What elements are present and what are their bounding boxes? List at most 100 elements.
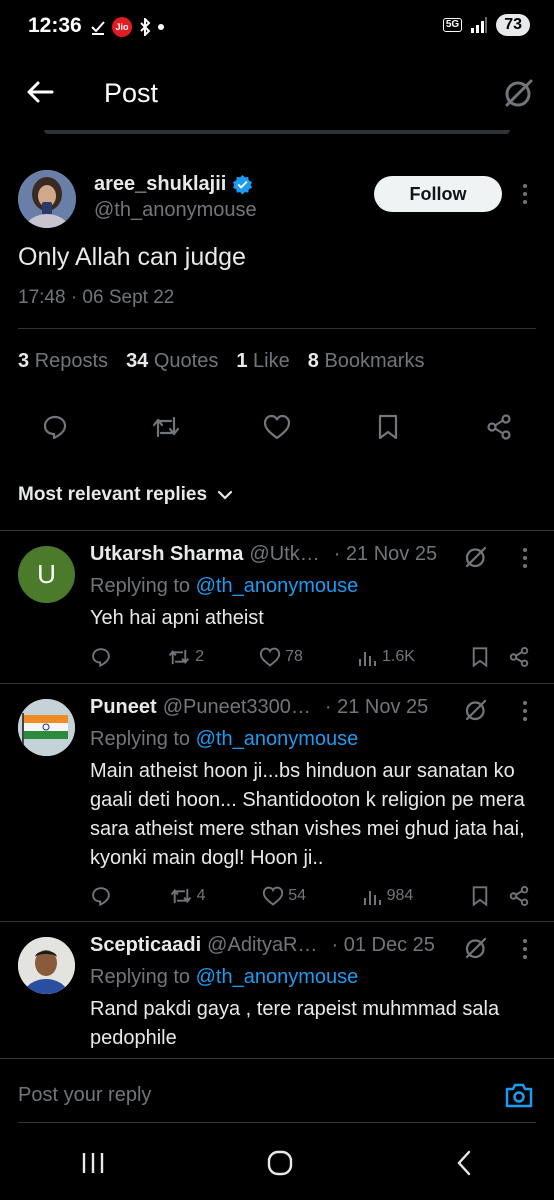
reply-text: Main atheist hoon ji...bs hinduon aur sa… (90, 760, 525, 869)
chevron-down-icon (217, 490, 233, 500)
post-action-bar (40, 412, 514, 442)
reply-icon[interactable] (40, 412, 70, 442)
status-right: 5G 73 (442, 14, 530, 36)
repost-icon (168, 649, 190, 665)
views-button[interactable]: 984 (363, 886, 414, 906)
repost-button[interactable]: 4 (169, 885, 206, 907)
replies-sort-label: Most relevant replies (18, 484, 208, 505)
like-button[interactable]: 78 (259, 647, 303, 667)
reply-more-icon[interactable] (522, 548, 528, 568)
author-name[interactable]: aree_shuklajii (94, 173, 226, 196)
reply-author-handle[interactable]: @Puneet3300… (163, 696, 311, 719)
follow-button[interactable]: Follow (374, 176, 502, 212)
replying-to: Replying to @th_anonymouse (90, 728, 359, 750)
bookmark-icon (472, 886, 488, 907)
grok-icon[interactable] (464, 936, 488, 960)
author-handle[interactable]: @th_anonymouse (94, 199, 257, 222)
divider (0, 530, 554, 531)
reply-action-bar: 4 54 984 (90, 885, 530, 907)
back-nav-button[interactable] (454, 1149, 474, 1177)
reply-icon[interactable] (90, 646, 112, 668)
network-5g-icon: 5G (442, 18, 463, 32)
share-icon[interactable] (484, 412, 514, 442)
stat-reposts[interactable]: 3 Reposts (18, 350, 108, 373)
reply-input[interactable]: Post your reply (18, 1084, 151, 1107)
like-count: 54 (288, 887, 306, 904)
like-icon (263, 886, 284, 906)
replies-sort-dropdown[interactable]: Most relevant replies (18, 484, 233, 506)
repost-count: 4 (196, 887, 206, 904)
check-icon (90, 19, 106, 35)
home-button[interactable] (266, 1149, 294, 1177)
back-arrow-icon (27, 81, 54, 103)
view-count: 984 (386, 887, 414, 904)
recent-apps-icon (82, 1152, 104, 1173)
like-button[interactable]: 54 (262, 886, 306, 906)
reply-author-name[interactable]: Puneet (90, 696, 157, 719)
reply-header[interactable]: Puneet @Puneet3300… · 21 Nov 25 (90, 696, 428, 719)
battery-indicator: 73 (496, 14, 530, 36)
share-icon (509, 647, 529, 667)
status-icons: Jio (90, 17, 164, 37)
verified-badge-icon (232, 174, 253, 195)
reply-author-handle[interactable]: @AdityaR… (207, 934, 317, 957)
reply-author-name[interactable]: Utkarsh Sharma (90, 543, 243, 566)
grok-icon[interactable] (464, 545, 488, 569)
mention-link[interactable]: @th_anonymouse (196, 966, 359, 988)
mention-link[interactable]: @th_anonymouse (196, 575, 359, 597)
views-icon (363, 891, 381, 905)
stat-bookmarks[interactable]: 8 Bookmarks (308, 350, 425, 373)
divider (0, 683, 554, 684)
camera-icon (505, 1083, 533, 1108)
back-button[interactable] (26, 80, 54, 104)
divider (0, 1058, 554, 1059)
header-divider (44, 130, 510, 134)
repost-count: 2 (195, 648, 204, 665)
author-avatar[interactable] (18, 170, 76, 228)
reply-avatar[interactable] (18, 937, 75, 994)
stat-quotes[interactable]: 34 Quotes (126, 350, 218, 373)
post-more-icon[interactable] (522, 184, 528, 204)
camera-button[interactable] (504, 1081, 534, 1109)
views-button[interactable]: 1.6K (358, 647, 415, 667)
like-icon[interactable] (262, 412, 292, 442)
reply-more-icon[interactable] (522, 939, 528, 959)
reply-date: · 21 Nov 25 (333, 543, 438, 565)
reply-more-icon[interactable] (522, 701, 528, 721)
share-icon (509, 886, 529, 906)
reply-avatar[interactable]: U (18, 546, 75, 603)
reply-author-handle[interactable]: @Utk… (249, 543, 319, 566)
repost-icon[interactable] (151, 412, 181, 442)
like-icon (259, 647, 281, 667)
post-stats: 3 Reposts 34 Quotes 1 Like 8 Bookmarks (18, 350, 424, 373)
reply-date: · 01 Dec 25 (331, 934, 435, 956)
reply-date: · 21 Nov 25 (324, 696, 429, 718)
reply-avatar[interactable] (18, 699, 75, 756)
recent-apps-button[interactable] (80, 1151, 106, 1175)
post-text: Only Allah can judge (18, 243, 246, 271)
reply-icon[interactable] (90, 885, 112, 907)
page-title: Post (104, 78, 159, 108)
reply-header[interactable]: Utkarsh Sharma @Utk… · 21 Nov 25 (90, 543, 437, 566)
divider (0, 921, 554, 922)
reply-header[interactable]: Scepticaadi @AdityaR… · 01 Dec 25 (90, 934, 435, 957)
back-chevron-icon (457, 1150, 471, 1175)
author-name-line[interactable]: aree_shuklajii (94, 173, 253, 196)
jio-icon: Jio (112, 17, 132, 37)
repost-icon (170, 888, 191, 904)
replying-to: Replying to @th_anonymouse (90, 966, 359, 988)
grok-button[interactable] (503, 77, 535, 109)
reply-action-bar: 2 78 1.6K (90, 646, 530, 668)
grok-icon[interactable] (464, 698, 488, 722)
system-nav-bar (0, 1125, 554, 1200)
view-count: 1.6K (381, 648, 415, 665)
replying-to: Replying to @th_anonymouse (90, 575, 359, 597)
bluetooth-icon (138, 18, 152, 36)
stat-likes[interactable]: 1 Like (236, 350, 289, 373)
like-count: 78 (285, 648, 303, 665)
reply-author-name[interactable]: Scepticaadi (90, 934, 201, 957)
repost-button[interactable]: 2 (167, 646, 204, 668)
reply-text: Rand pakdi gaya , tere rapeist muhmmad s… (90, 998, 500, 1049)
mention-link[interactable]: @th_anonymouse (196, 728, 359, 750)
bookmark-icon[interactable] (373, 412, 403, 442)
